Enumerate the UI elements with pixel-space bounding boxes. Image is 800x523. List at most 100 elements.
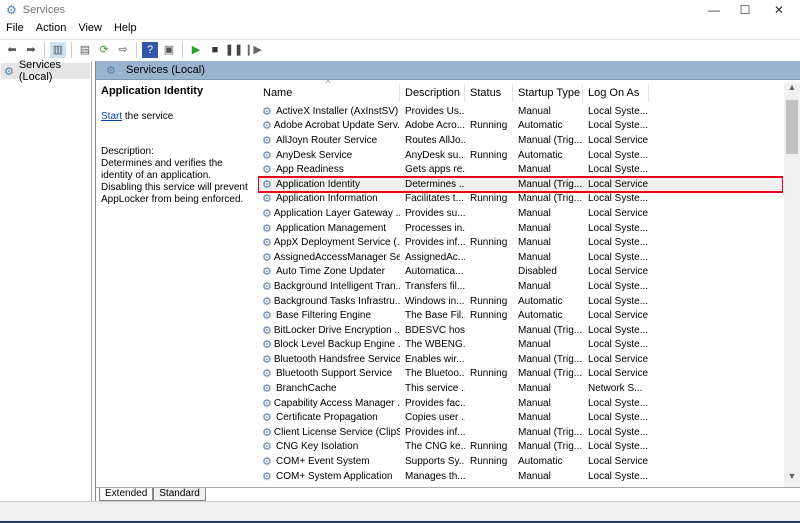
back-arrow-icon[interactable]: ⬅ [4, 42, 20, 58]
cell-description: The Base Fil... [405, 310, 465, 322]
table-row[interactable]: ⚙ AnyDesk Service AnyDesk su... Running Auto… [258, 148, 783, 163]
stop-service-icon[interactable]: ■ [207, 42, 223, 58]
menu-file[interactable]: File [0, 22, 30, 38]
scrollbar-thumb[interactable] [786, 100, 798, 154]
cell-startup-type: Automatic [518, 149, 563, 161]
table-row[interactable]: ⚙ ActiveX Installer (AxInstSV) Provides Us… [258, 104, 783, 119]
service-gear-icon: ⚙ [262, 353, 272, 366]
minimize-button[interactable]: — [697, 0, 731, 20]
vertical-scrollbar[interactable]: ▲ ▼ [784, 82, 800, 487]
menu-help[interactable]: Help [108, 22, 143, 38]
services-gear-icon: ⚙ [6, 3, 17, 17]
service-gear-icon: ⚙ [262, 222, 272, 235]
service-name: Base Filtering Engine [276, 310, 372, 322]
cell-description: Determines ... [405, 178, 465, 190]
cell-name: ⚙ CNG Key Isolation [258, 440, 400, 453]
menu-action[interactable]: Action [30, 22, 73, 38]
table-row[interactable]: ⚙ Background Tasks Infrastru... Windows in… [258, 294, 783, 309]
table-row[interactable]: ⚙ Bluetooth Handsfree Service Enables wir.… [258, 352, 783, 367]
table-row[interactable]: ⚙ Bluetooth Support Service The Bluetoo...… [258, 367, 783, 382]
table-row[interactable]: ⚙ AllJoyn Router Service Routes AllJo... Ma… [258, 133, 783, 148]
tab-standard[interactable]: Standard [153, 488, 206, 501]
cell-description: Supports Sy... [405, 456, 465, 468]
table-row[interactable]: ⚙ Base Filtering Engine The Base Fil... Run… [258, 308, 783, 323]
service-name: Application Layer Gateway ... [273, 207, 400, 219]
cell-log-on-as: Local Syste... [588, 237, 649, 249]
properties-icon[interactable]: ▤ [77, 42, 93, 58]
cell-name: ⚙ Adobe Acrobat Update Serv... [258, 119, 400, 132]
column-header-log-on-as[interactable]: Log On As [583, 84, 649, 102]
show-hide-console-tree-icon[interactable]: ▥ [50, 41, 66, 58]
cell-log-on-as: Local Syste... [588, 412, 649, 424]
cell-description: The WBENG... [405, 339, 465, 351]
refresh-icon[interactable]: ⟳ [96, 42, 112, 58]
table-row[interactable]: ⚙ AssignedAccessManager Se... AssignedAc..… [258, 250, 783, 265]
service-name: Bluetooth Support Service [276, 368, 393, 380]
help-icon[interactable]: ? [142, 41, 158, 58]
start-service-link[interactable]: Start [101, 111, 122, 122]
scroll-down-icon[interactable]: ▼ [784, 471, 800, 487]
cell-name: ⚙ Background Intelligent Tran... [258, 280, 400, 293]
view-tabs: Extended Standard [96, 487, 800, 501]
table-row[interactable]: ⚙ Application Layer Gateway ... Provides s… [258, 206, 783, 221]
cell-log-on-as: Local Syste... [588, 149, 649, 161]
cell-startup-type: Manual [518, 280, 551, 292]
service-gear-icon: ⚙ [262, 164, 272, 177]
forward-arrow-icon[interactable]: ➡ [23, 42, 39, 58]
service-gear-icon: ⚙ [262, 324, 272, 337]
table-row[interactable]: ⚙ COM+ System Application Manages th... Man… [258, 469, 783, 484]
table-row[interactable]: ⚙ Auto Time Zone Updater Automatica... Disa… [258, 265, 783, 280]
cell-description: This service ... [405, 383, 465, 395]
service-name: AssignedAccessManager Se... [273, 251, 400, 263]
service-detail-pane: Application Identity Start the service D… [101, 85, 253, 206]
column-header-status[interactable]: Status [465, 84, 513, 102]
table-row[interactable]: ⚙ CNG Key Isolation The CNG ke... Running Ma… [258, 440, 783, 455]
cell-description: Adobe Acro... [405, 120, 465, 132]
cell-log-on-as: Local Service [588, 310, 649, 322]
title-bar: ⚙ Services [0, 0, 800, 20]
cell-startup-type: Manual [518, 105, 551, 117]
table-row[interactable]: ⚙ COM+ Event System Supports Sy... Running A… [258, 454, 783, 469]
table-row[interactable]: ⚙ Client License Service (ClipS... Provide… [258, 425, 783, 440]
start-service-icon[interactable]: ▶ [188, 42, 204, 58]
cell-log-on-as: Local Syste... [588, 295, 649, 307]
column-header-description[interactable]: Description [400, 84, 465, 102]
sort-ascending-icon: ^ [326, 80, 331, 88]
table-row[interactable]: ⚙ Adobe Acrobat Update Serv... Adobe Acro.… [258, 119, 783, 134]
table-row[interactable]: ⚙ Background Intelligent Tran... Transfers… [258, 279, 783, 294]
table-row[interactable]: ⚙ Application Management Processes in... Ma… [258, 221, 783, 236]
cell-startup-type: Manual [518, 339, 551, 351]
table-row[interactable]: ⚙ BranchCache This service ... Manual Networ… [258, 381, 783, 396]
restart-service-icon[interactable]: ❙▶ [244, 42, 262, 58]
maximize-button[interactable]: ☐ [728, 0, 762, 20]
tab-extended[interactable]: Extended [99, 488, 154, 501]
table-row[interactable]: ⚙ Capability Access Manager ... Provides f… [258, 396, 783, 411]
table-row[interactable]: ⚙ Application Information Facilitates t...… [258, 192, 783, 207]
table-row[interactable]: ⚙ BitLocker Drive Encryption ... BDESVC ho… [258, 323, 783, 338]
cell-status: Running [470, 237, 508, 249]
close-button[interactable]: ✕ [762, 0, 796, 20]
cell-startup-type: Manual [518, 207, 551, 219]
menu-view[interactable]: View [72, 22, 108, 38]
cell-startup-type: Manual [518, 383, 551, 395]
cell-status: Running [470, 295, 508, 307]
scroll-up-icon[interactable]: ▲ [784, 82, 800, 98]
table-row[interactable]: ⚙ App Readiness Gets apps re... Manual Local… [258, 162, 783, 177]
cell-status: Running [470, 149, 508, 161]
table-row-selected[interactable]: ⚙ Application Identity Determines ... Manua… [258, 175, 783, 193]
tree-item-services-local[interactable]: ⚙ Services (Local) [1, 59, 90, 83]
table-row[interactable]: ⚙ AppX Deployment Service (... Provides in… [258, 235, 783, 250]
table-row[interactable]: ⚙ Block Level Backup Engine ... The WBENG.… [258, 338, 783, 353]
export-list-icon[interactable]: ⇨ [115, 42, 131, 58]
cell-log-on-as: Local Syste... [588, 251, 649, 263]
console-tree: ⚙ Services (Local) [0, 59, 92, 501]
cell-log-on-as: Local Service [588, 134, 649, 146]
cell-startup-type: Manual [518, 222, 551, 234]
cell-startup-type: Disabled [518, 266, 557, 278]
table-row[interactable]: ⚙ Certificate Propagation Copies user ... M… [258, 410, 783, 425]
column-header-startup-type[interactable]: Startup Type [513, 84, 583, 102]
show-action-pane-icon[interactable]: ▣ [161, 42, 177, 58]
cell-name: ⚙ Auto Time Zone Updater [258, 265, 400, 278]
pause-service-icon[interactable]: ❚❚ [225, 42, 243, 58]
cell-name: ⚙ Capability Access Manager ... [258, 397, 400, 410]
